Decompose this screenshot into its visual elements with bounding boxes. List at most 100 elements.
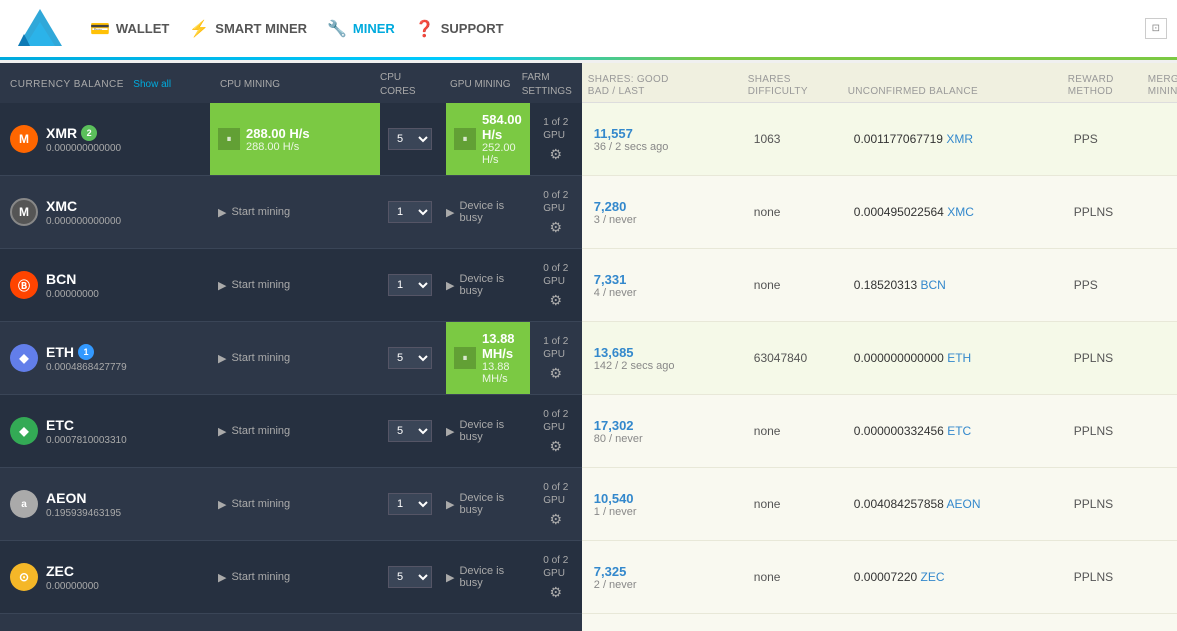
wrench-icon: 🔧 [327, 19, 347, 39]
zec-gpu-section: ▶ Device is busy 0 of 2 GPU ⚙ [440, 541, 582, 613]
currency-balance-header: CURRENCY BALANCE Show all [0, 76, 210, 90]
right-data-list: 11,557 36 / 2 secs ago 1063 0.0011770677… [582, 103, 1177, 631]
xmc-gpu-section: ▶ Device is busy 0 of 2 GPU ⚙ [440, 176, 582, 248]
play-icon: ▶ [446, 571, 454, 584]
show-all-link[interactable]: Show all [133, 79, 171, 90]
eth-gpu-pause-button[interactable]: ⏸ [454, 347, 476, 369]
merged-mining-header: MERGEDMINING [1142, 74, 1177, 98]
etc-cpu-start-button[interactable]: ▶ Start mining [218, 425, 290, 438]
aeon-difficulty: none [748, 497, 848, 511]
nav-wallet[interactable]: 💳 WALLET [90, 19, 169, 39]
eth-cpu-section: ▶ Start mining [210, 322, 380, 394]
eth-gpu-count: 1 of 2 GPU [543, 335, 568, 361]
zec-unconfirmed: 0.00007220 ZEC [848, 570, 1068, 584]
table-row: M XMC 0.000000000000 ▶ Start mining [0, 176, 582, 249]
bcn-shares: 7,331 4 / never [588, 272, 748, 299]
xmc-cores-select[interactable]: 12345 [388, 201, 432, 223]
currency-list: M XMR 2 0.000000000000 ⏸ 288.00 H/s [0, 103, 582, 631]
eth-gpu-mining-active: ⏸ 13.88 MH/s 13.88 MH/s [446, 322, 530, 394]
cpu-cores-header: CPU CORES [380, 69, 440, 97]
currency-info-aeon: a AEON 0.195939463195 [0, 490, 210, 519]
table-row: ⊙ ZEC 0.00000000 ▶ Start mining [0, 541, 582, 614]
main-nav: 💳 WALLET ⚡ SMART MINER 🔧 MINER ❓ SUPPORT [90, 19, 1145, 39]
eth-cpu-start-button[interactable]: ▶ Start mining [218, 352, 290, 365]
gpu-mining-header: GPU MINING [440, 76, 522, 90]
play-icon: ▶ [446, 206, 454, 219]
right-row-etc: 17,302 80 / never none 0.000000332456 ET… [582, 395, 1177, 468]
zec-cores-section: 51234 [380, 566, 440, 588]
etc-cores-section: 51234 [380, 420, 440, 442]
bcn-difficulty: none [748, 278, 848, 292]
currency-name-aeon: AEON [46, 490, 121, 506]
left-panel: CURRENCY BALANCE Show all CPU MINING CPU… [0, 63, 582, 631]
table-row: ◆ ETH 1 0.0004868427779 ▶ Start mining [0, 322, 582, 395]
bcn-settings-icon[interactable]: ⚙ [549, 292, 562, 309]
restore-button[interactable]: ⊡ [1145, 18, 1167, 39]
xmr-cores-select[interactable]: 51234 [388, 128, 432, 150]
xmc-unconfirmed: 0.000495022564 XMC [848, 205, 1068, 219]
bcn-cores-select[interactable]: 12345 [388, 274, 432, 296]
app-header: 💳 WALLET ⚡ SMART MINER 🔧 MINER ❓ SUPPORT… [0, 0, 1177, 60]
etc-gpu-count: 0 of 2 GPU [543, 408, 568, 434]
xmc-cores-section: 12345 [380, 201, 440, 223]
xmr-merged: 👁 [1148, 129, 1177, 149]
main-content: CURRENCY BALANCE Show all CPU MINING CPU… [0, 63, 1177, 631]
xmr-badge: 2 [81, 125, 97, 141]
bcn-balance: 0.00000000 [46, 289, 99, 300]
aeon-gpu-device-busy[interactable]: ▶ Device is busy [446, 492, 530, 516]
etc-cores-select[interactable]: 51234 [388, 420, 432, 442]
xmc-cpu-start-button[interactable]: ▶ Start mining [218, 206, 290, 219]
etc-gpu-device-busy[interactable]: ▶ Device is busy [446, 419, 530, 443]
nav-wallet-label: WALLET [116, 21, 169, 36]
nav-miner[interactable]: 🔧 MINER [327, 19, 395, 39]
zec-gpu-device-busy[interactable]: ▶ Device is busy [446, 565, 530, 589]
bcn-gpu-device-busy[interactable]: ▶ Device is busy [446, 273, 530, 297]
table-row: a AEON 0.195939463195 ▶ Start mining [0, 468, 582, 541]
aeon-cores-select[interactable]: 12345 [388, 493, 432, 515]
aeon-balance: 0.195939463195 [46, 508, 121, 519]
bcn-unconfirmed: 0.18520313 BCN [848, 278, 1068, 292]
xmr-settings-icon[interactable]: ⚙ [549, 146, 562, 163]
header-right: ⊡ [1145, 18, 1167, 39]
nav-miner-label: MINER [353, 21, 395, 36]
eth-cores-select[interactable]: 51234 [388, 347, 432, 369]
reward-method-header: REWARDMETHOD [1062, 74, 1142, 98]
xmc-gpu-device-busy[interactable]: ▶ Device is busy [446, 200, 530, 224]
currency-info-bcn: Ⓑ BCN 0.00000000 [0, 271, 210, 300]
aeon-settings-icon[interactable]: ⚙ [549, 511, 562, 528]
zec-cpu-start-button[interactable]: ▶ Start mining [218, 571, 290, 584]
eth-settings-icon[interactable]: ⚙ [549, 365, 562, 382]
right-row-xmr: 11,557 36 / 2 secs ago 1063 0.0011770677… [582, 103, 1177, 176]
right-row-bcn: 7,331 4 / never none 0.18520313 BCN PPS … [582, 249, 1177, 322]
xmr-cpu-pause-button[interactable]: ⏸ [218, 128, 240, 150]
bcn-cpu-start-button[interactable]: ▶ Start mining [218, 279, 290, 292]
xmr-cpu-section: ⏸ 288.00 H/s 288.00 H/s [210, 103, 380, 175]
currency-info-zec: ⊙ ZEC 0.00000000 [0, 563, 210, 592]
bcn-gpu-count: 0 of 2 GPU [543, 262, 568, 288]
farm-settings-header: FARM SETTINGS [522, 69, 582, 97]
eth-cores-section: 51234 [380, 347, 440, 369]
aeon-cpu-start-button[interactable]: ▶ Start mining [218, 498, 290, 511]
play-icon: ▶ [218, 498, 226, 511]
zec-icon: ⊙ [10, 563, 38, 591]
zec-settings-icon[interactable]: ⚙ [549, 584, 562, 601]
aeon-shares: 10,540 1 / never [588, 491, 748, 518]
xmc-icon: M [10, 198, 38, 226]
zec-cores-select[interactable]: 51234 [388, 566, 432, 588]
zec-reward: PPLNS [1068, 570, 1148, 584]
nav-support[interactable]: ❓ SUPPORT [415, 19, 504, 39]
aeon-cores-section: 12345 [380, 493, 440, 515]
left-column-headers: CURRENCY BALANCE Show all CPU MINING CPU… [0, 63, 582, 103]
currency-name-etc: ETC [46, 417, 127, 433]
etc-settings-icon[interactable]: ⚙ [549, 438, 562, 455]
eth-gpu-section: ⏸ 13.88 MH/s 13.88 MH/s 1 of 2 GPU ⚙ [440, 322, 582, 394]
xmr-icon: M [10, 125, 38, 153]
bcn-gpu-section: ▶ Device is busy 0 of 2 GPU ⚙ [440, 249, 582, 321]
xmc-settings-icon[interactable]: ⚙ [549, 219, 562, 236]
aeon-cpu-section: ▶ Start mining [210, 468, 380, 540]
nav-smart-miner[interactable]: ⚡ SMART MINER [189, 19, 307, 39]
xmr-gpu-pause-button[interactable]: ⏸ [454, 128, 476, 150]
xmc-merged: 👁 [1148, 202, 1177, 222]
xmc-balance: 0.000000000000 [46, 216, 121, 227]
bcn-reward: PPS [1068, 278, 1148, 292]
